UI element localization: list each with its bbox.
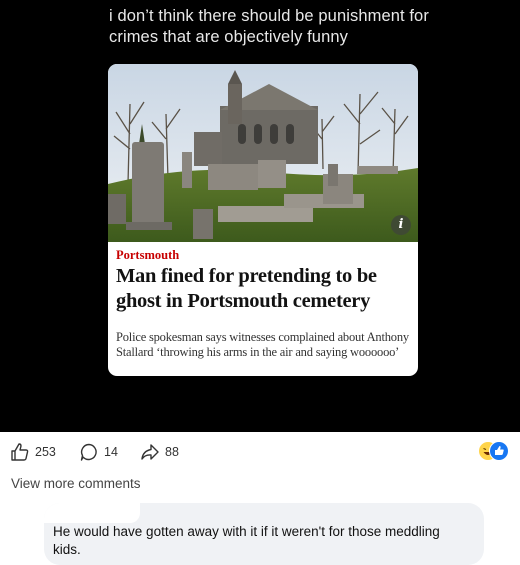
reactions-bar: 253 14 88 [0,432,520,470]
share-button[interactable]: 88 [140,442,179,462]
info-icon[interactable]: i [391,215,411,235]
view-more-comments-link[interactable]: View more comments [11,476,141,491]
like-button[interactable]: 253 [10,442,56,462]
like-reaction-icon [489,441,509,461]
article-headline[interactable]: Man fined for pretending to be ghost in … [116,264,416,314]
comment-count: 14 [104,445,118,459]
share-count: 88 [165,445,179,459]
comment-text: He would have gotten away with it if it … [53,524,440,557]
news-article-card[interactable]: i Portsmouth Man fined for pretending to… [108,64,418,376]
like-count: 253 [35,445,56,459]
share-icon [141,444,159,460]
cemetery-photo [108,64,418,242]
article-section-label: Portsmouth [116,248,180,262]
post-caption: i don’t think there should be punishment… [109,7,429,46]
comment-button[interactable]: 14 [79,442,118,462]
like-icon [11,443,29,461]
article-standfirst: Police spokesman says witnesses complain… [116,330,409,359]
comment-bubble: He would have gotten away with it if it … [44,503,484,565]
avatar[interactable] [8,505,42,539]
comment-icon [80,443,97,461]
redacted-commenter-name [44,503,140,523]
post-media: i don’t think there should be punishment… [0,0,520,442]
reaction-summary[interactable] [478,441,509,461]
